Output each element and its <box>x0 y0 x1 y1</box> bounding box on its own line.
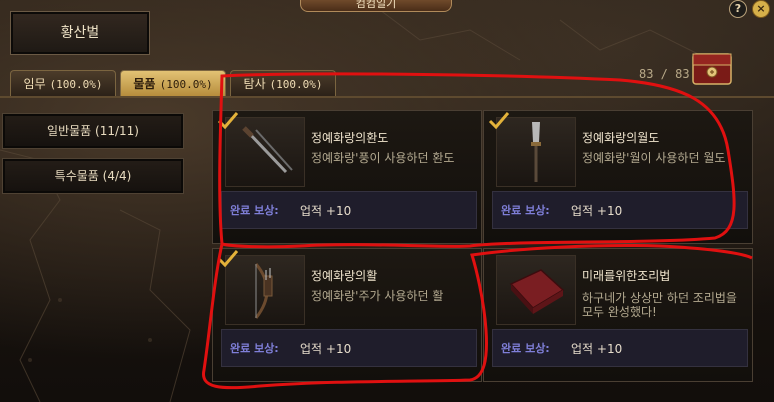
reward-value: 업적 +10 <box>300 342 352 356</box>
item-description: 정예화랑'풍이 사용하던 환도 <box>311 151 455 165</box>
reward-label: 완료 보상: <box>230 204 279 217</box>
region-name: 황산벌 <box>60 25 100 41</box>
region-name-panel: 황산벌 <box>10 11 150 55</box>
reward-value: 업적 +10 <box>571 342 623 356</box>
item-name: 미래를위한조리법 <box>582 269 671 283</box>
window-title-banner: 컴컴일기 <box>300 0 452 12</box>
checkmark-icon <box>488 112 510 130</box>
reward-bar: 완료 보상: 업적 +10 <box>492 329 748 367</box>
window-title: 컴컴일기 <box>355 0 397 10</box>
tab-items[interactable]: 물품 (100.0%) <box>120 70 226 97</box>
tab-explore[interactable]: 탐사 (100.0%) <box>230 70 336 97</box>
tab-items-label: 물품 <box>133 77 156 91</box>
checkmark-icon <box>217 112 239 130</box>
category-general-items[interactable]: 일반물품 (11/11) <box>2 113 184 149</box>
tab-mission[interactable]: 임무 (100.0%) <box>10 70 116 97</box>
item-description: 하구네가 상상만 하던 조리법을 모두 완성했다! <box>582 291 737 319</box>
close-button[interactable]: × <box>752 0 770 18</box>
item-description: 정예화랑'월이 사용하던 월도 <box>582 151 726 165</box>
item-card[interactable]: 정예화랑의환도 정예화랑'풍이 사용하던 환도 완료 보상: 업적 +10 <box>212 110 482 244</box>
item-name: 정예화랑의환도 <box>311 131 389 145</box>
reward-label: 완료 보상: <box>501 204 550 217</box>
reward-label: 완료 보상: <box>230 342 279 355</box>
item-name: 정예화랑의월도 <box>582 131 660 145</box>
progress-count: 83 / 83 <box>639 67 690 81</box>
tab-divider <box>0 96 774 98</box>
reward-bar: 완료 보상: 업적 +10 <box>492 191 748 229</box>
reward-bar: 완료 보상: 업적 +10 <box>221 329 477 367</box>
item-card[interactable]: 정예화랑의활 정예화랑'주가 사용하던 활 완료 보상: 업적 +10 <box>212 248 482 382</box>
item-name: 정예화랑의활 <box>311 269 378 283</box>
tab-mission-percent: (100.0%) <box>49 78 103 91</box>
reward-value: 업적 +10 <box>571 204 623 218</box>
reward-value: 업적 +10 <box>300 204 352 218</box>
item-description: 정예화랑'주가 사용하던 활 <box>311 289 444 303</box>
category-special-items[interactable]: 특수물품 (4/4) <box>2 158 184 194</box>
help-button[interactable]: ? <box>729 0 747 18</box>
item-card[interactable]: 정예화랑의월도 정예화랑'월이 사용하던 월도 완료 보상: 업적 +10 <box>483 110 753 244</box>
reward-label: 완료 보상: <box>501 342 550 355</box>
tab-items-percent: (100.0%) <box>159 78 213 91</box>
item-card[interactable]: 미래를위한조리법 하구네가 상상만 하던 조리법을 모두 완성했다! 완료 보상… <box>483 248 753 382</box>
tab-mission-label: 임무 <box>23 77 46 91</box>
checkmark-icon <box>217 250 239 268</box>
recipe-book-icon <box>509 269 565 314</box>
treasure-chest-icon[interactable] <box>691 50 733 88</box>
tab-explore-label: 탐사 <box>243 77 266 91</box>
reward-bar: 완료 보상: 업적 +10 <box>221 191 477 229</box>
tab-explore-percent: (100.0%) <box>269 78 323 91</box>
item-thumbnail <box>496 255 576 325</box>
